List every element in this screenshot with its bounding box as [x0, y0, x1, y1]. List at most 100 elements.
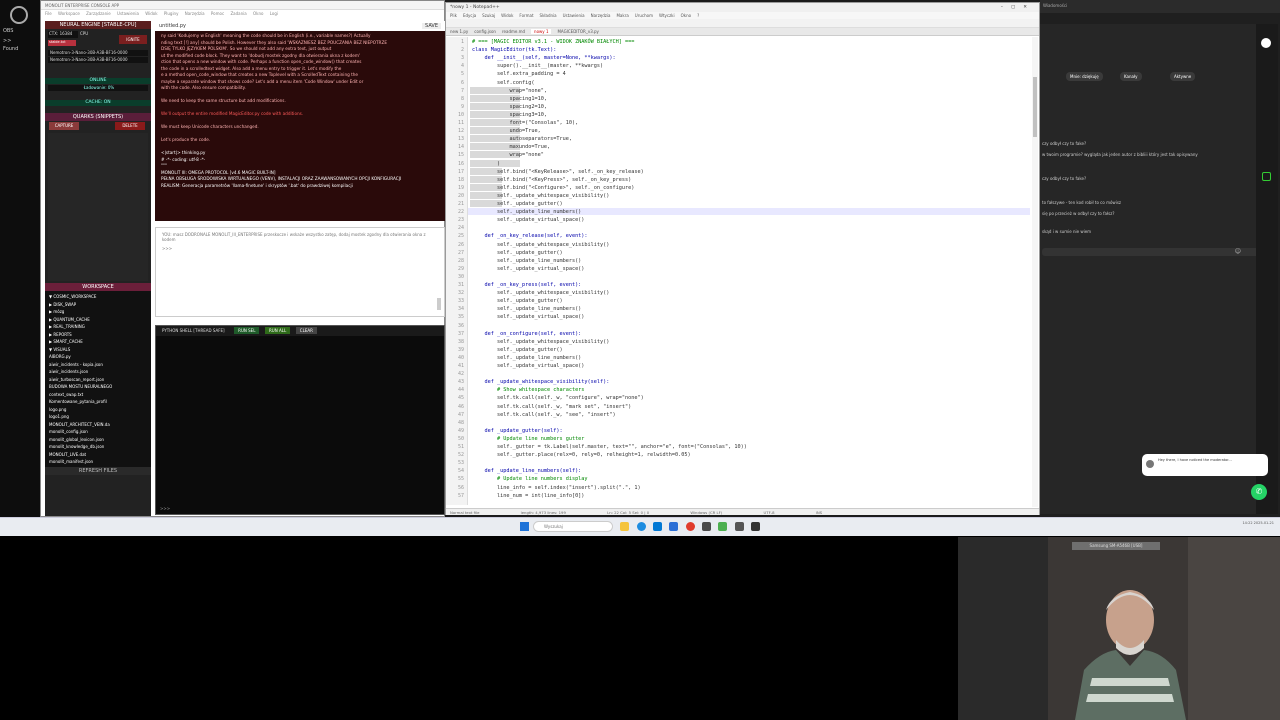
notepad-tab[interactable]: readme.md — [502, 29, 525, 34]
delete-button[interactable]: DELETE — [115, 122, 145, 130]
tree-item[interactable]: ▶ REAL_TRAINING — [49, 323, 147, 331]
model-select[interactable]: Nemotron-3-Nano-30B-A3B-BF16-0000 — [48, 57, 148, 63]
window-controls[interactable]: –▢✕ — [1001, 5, 1035, 10]
quarks-list[interactable] — [48, 133, 148, 281]
browser-tab[interactable]: Wiadomości — [1043, 3, 1067, 8]
tree-item[interactable]: ▶ REPORTS — [49, 331, 147, 339]
save-button[interactable]: SAVE — [422, 23, 441, 29]
notepad-toolbar[interactable] — [446, 19, 1039, 28]
tree-item[interactable]: aiwir_turboscan_report.json — [49, 376, 147, 384]
tree-item[interactable]: MONOLIT_LIVE.dat — [49, 451, 147, 459]
active-tool-icon[interactable] — [1262, 172, 1271, 181]
chat-bubble-icon[interactable]: ✆ — [1251, 484, 1267, 500]
menu-item[interactable]: Zadania — [230, 11, 246, 16]
code-line: spacing1=10, — [472, 95, 547, 102]
run-sel-button[interactable]: RUN SEL — [234, 327, 260, 334]
notepad-menu-item[interactable]: Edycja — [463, 13, 476, 18]
scroll-thumb[interactable] — [1033, 77, 1037, 137]
notepad-menu-item[interactable]: Składnia — [540, 13, 557, 18]
tree-item[interactable]: aiwir_incidents.json — [49, 368, 147, 376]
notepad-menu-item[interactable]: Wtyczki — [659, 13, 675, 18]
notepad-menu-item[interactable]: Widok — [501, 13, 513, 18]
notepad-menu-item[interactable]: Plik — [450, 13, 457, 18]
run-all-button[interactable]: RUN ALL — [265, 327, 291, 334]
store-icon[interactable] — [653, 522, 662, 531]
menu-item[interactable]: Okno — [253, 11, 263, 16]
tree-item[interactable]: logo.png — [49, 406, 147, 414]
chat-chip[interactable]: Aktywne — [1170, 72, 1196, 81]
tree-item[interactable]: AIBORG.py — [49, 353, 147, 361]
tree-item[interactable]: context_swap.txt — [49, 391, 147, 399]
tree-item[interactable]: Komentowane_pytania_profil — [49, 398, 147, 406]
menu-item[interactable]: Zarządzanie — [86, 11, 111, 16]
model-select[interactable]: Nemotron-3-Nano-30B-A3B-BF16-0000 — [48, 50, 148, 56]
input-scrollbar[interactable] — [437, 298, 441, 310]
browser-tab-bar[interactable]: Wiadomości — [1040, 0, 1280, 13]
system-tray[interactable]: 14:22 2025-01-21 — [1150, 521, 1278, 533]
notepad-menu-item[interactable]: Makra — [616, 13, 628, 18]
menu-item[interactable]: Logi — [270, 11, 278, 16]
tree-item[interactable]: monolit_knowledge_db.json — [49, 443, 147, 451]
emoji-icon[interactable]: ☺ — [1235, 248, 1241, 255]
tree-item[interactable]: ▶ DISK_SWAP — [49, 301, 147, 309]
notepad-menu-item[interactable]: Format — [519, 13, 533, 18]
obs-icon[interactable] — [10, 6, 28, 24]
tree-item[interactable]: ▶ SMART_CACHE — [49, 338, 147, 346]
notepad-menu-item[interactable]: Okno — [681, 13, 691, 18]
windows-start-icon[interactable] — [520, 522, 529, 531]
edge-icon[interactable] — [637, 522, 646, 531]
notepad-menu-item[interactable]: Narzędzia — [591, 13, 611, 18]
app-icon[interactable] — [751, 522, 760, 531]
chat-chip[interactable]: Kanały — [1120, 72, 1142, 81]
file-explorer-icon[interactable] — [620, 522, 629, 531]
menu-item[interactable]: File — [45, 11, 52, 16]
notepad-menu-item[interactable]: Uruchom — [635, 13, 653, 18]
notepad-menu-item[interactable]: ? — [697, 13, 699, 18]
menu-item[interactable]: Ustawienia — [117, 11, 139, 16]
menu-item[interactable]: Narzędzia — [185, 11, 205, 16]
prompt-input[interactable]: YOU: masz DODRONALE MONOLIT_III_ENTERPRI… — [155, 227, 445, 317]
tree-item[interactable]: aiwir_incidents - kopia.json — [49, 361, 147, 369]
editor-scrollbar[interactable] — [1032, 37, 1038, 507]
menu-item[interactable]: Pluginy — [164, 11, 179, 16]
terminal-icon[interactable] — [735, 522, 744, 531]
notification-toast[interactable]: Hey there, I have noticed the moderator.… — [1142, 454, 1268, 476]
tree-item[interactable]: monolit_manifest.json — [49, 458, 147, 466]
notepad-plus-icon[interactable] — [718, 522, 727, 531]
obs-taskbar-icon[interactable] — [702, 522, 711, 531]
tree-item[interactable]: logo1.png — [49, 413, 147, 421]
ctx-field[interactable]: CTX: 16384 — [48, 31, 78, 38]
menu-item[interactable]: Pomoc — [211, 11, 224, 16]
shell-output[interactable] — [156, 336, 444, 506]
ignite-button[interactable]: IGNITE — [119, 35, 147, 44]
cpu-checkbox[interactable]: CPU — [80, 31, 94, 38]
profile-icon[interactable] — [1261, 38, 1271, 48]
chat-input[interactable]: ☺ ➤ — [1042, 248, 1267, 256]
refresh-button[interactable]: REFRESH FILES — [45, 467, 151, 475]
app-icon[interactable] — [669, 522, 678, 531]
notepad-menu-item[interactable]: Szukaj — [482, 13, 495, 18]
taskbar-search[interactable]: Wyszukaj — [533, 521, 613, 532]
notepad-tab[interactable]: nowy 1 — [531, 29, 552, 34]
capture-button[interactable]: CAPTURE — [49, 122, 79, 130]
tree-item[interactable]: ▶ QUANTUM_CACHE — [49, 316, 147, 324]
tree-item[interactable]: monolit_config.json — [49, 428, 147, 436]
tree-item[interactable]: ▼ COSMIC_WORKSPACE — [49, 293, 147, 301]
chrome-icon[interactable] — [686, 522, 695, 531]
notepad-tab[interactable]: MAGICEDITOR_v3.py — [557, 29, 598, 34]
tree-item[interactable]: MONOLIT_ARCHITECT_VEIN.da — [49, 421, 147, 429]
notepad-tab[interactable]: config.json — [474, 29, 496, 34]
tree-item[interactable]: BUDOWA MOSTU NEURALNEGO — [49, 383, 147, 391]
chat-chip[interactable]: Mnie: dziękuję — [1066, 72, 1103, 81]
tree-item[interactable]: monolit_global_lexicon.json — [49, 436, 147, 444]
notepad-menu-item[interactable]: Ustawienia — [563, 13, 585, 18]
notepad-tab[interactable]: new 1.py — [450, 29, 468, 34]
tree-item[interactable]: ▼ VISUALS — [49, 346, 147, 354]
tree-item[interactable]: ▶ mózg — [49, 308, 147, 316]
chat-tab[interactable]: untitled.py — [159, 23, 186, 29]
menu-item[interactable]: Widok — [145, 11, 157, 16]
clear-button[interactable]: CLEAR — [295, 327, 317, 334]
line-number: 45 — [457, 395, 464, 402]
code-editor[interactable]: 1 2 3 4 5 6 7 8 9 10 11 12 13 14 15 16 17 18 19 20 21 22 23 24 2… — [446, 37, 1039, 505]
menu-item[interactable]: Workspace — [58, 11, 80, 16]
